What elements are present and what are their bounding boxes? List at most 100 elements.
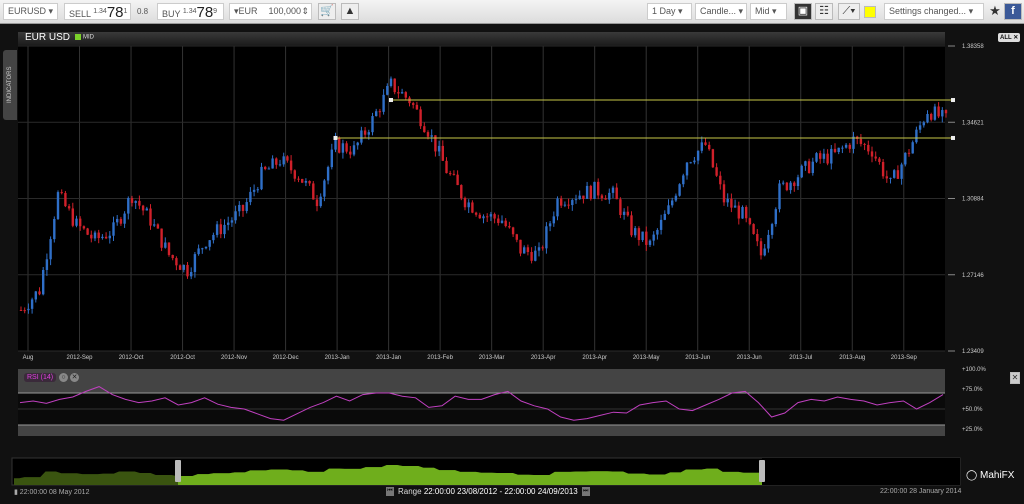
candle xyxy=(722,184,726,203)
candle xyxy=(918,125,922,130)
candle xyxy=(815,153,818,162)
candle xyxy=(678,184,681,196)
candle xyxy=(648,240,652,245)
candle xyxy=(323,180,326,197)
candle xyxy=(275,158,278,165)
candle xyxy=(900,164,903,179)
candle xyxy=(282,156,285,165)
candle xyxy=(123,213,126,224)
candle xyxy=(715,167,718,176)
candle xyxy=(223,224,226,235)
candle xyxy=(45,259,49,270)
range-label: Range xyxy=(398,487,422,496)
x-tick-label: 2013-May xyxy=(633,355,660,361)
candle xyxy=(267,168,271,170)
candle xyxy=(571,200,574,206)
brand-name: MahiFX xyxy=(979,470,1015,481)
candle xyxy=(227,222,230,225)
candle xyxy=(785,182,789,191)
candle xyxy=(752,224,755,234)
candle xyxy=(204,246,208,249)
candle xyxy=(230,220,234,223)
candle xyxy=(452,173,456,175)
candle xyxy=(911,142,914,154)
candle xyxy=(234,211,237,221)
x-tick-label: Aug xyxy=(23,355,34,361)
navigator-handle[interactable] xyxy=(759,460,765,482)
candle xyxy=(352,145,356,155)
candle xyxy=(341,143,345,153)
candle xyxy=(930,113,933,120)
candle xyxy=(652,234,655,241)
candle xyxy=(67,206,71,209)
candle xyxy=(726,198,729,203)
candle xyxy=(767,234,770,249)
x-tick-label: 2012-Sep xyxy=(67,355,94,361)
candle xyxy=(682,175,685,185)
candle xyxy=(75,218,78,226)
candle xyxy=(844,144,848,148)
candle xyxy=(167,242,171,255)
rsi-remove-icon[interactable]: ✕ xyxy=(70,373,79,382)
candle xyxy=(778,183,781,210)
candle xyxy=(397,92,400,94)
candle xyxy=(526,247,530,252)
candle xyxy=(256,189,259,191)
range-end-button[interactable]: ⏭ xyxy=(581,487,590,497)
candle xyxy=(807,161,811,174)
candle xyxy=(685,162,689,176)
candle xyxy=(878,158,881,162)
rsi-label[interactable]: RSI (14) xyxy=(24,373,57,382)
candle xyxy=(86,228,89,235)
candle xyxy=(600,195,604,199)
candle xyxy=(578,195,581,200)
candle xyxy=(630,215,633,236)
candle xyxy=(574,199,578,201)
candle xyxy=(378,111,382,113)
candle xyxy=(870,151,874,157)
candle xyxy=(164,242,167,248)
candle xyxy=(926,113,929,123)
candle xyxy=(896,170,900,179)
candle xyxy=(863,143,866,145)
candle xyxy=(497,218,500,223)
candle xyxy=(286,156,289,161)
x-tick-label: 2013-Jun xyxy=(737,355,762,361)
x-tick-label: 2012-Nov xyxy=(221,355,247,361)
candle xyxy=(515,234,518,240)
candle xyxy=(645,231,648,245)
candle xyxy=(519,239,522,254)
candle xyxy=(241,204,245,211)
rsi-settings-icon[interactable]: ○ xyxy=(59,373,68,382)
candle xyxy=(711,149,715,168)
candle xyxy=(486,216,489,218)
trendline-handle xyxy=(951,135,955,140)
range-value: 22:00:00 23/08/2012 - 22:00:00 24/09/201… xyxy=(423,487,578,496)
candle xyxy=(419,109,422,127)
candle xyxy=(826,153,829,164)
candle xyxy=(315,199,319,207)
candle xyxy=(774,209,777,225)
candle xyxy=(426,132,430,137)
candle xyxy=(160,228,163,248)
candle xyxy=(79,218,82,227)
candle xyxy=(733,205,737,208)
candle xyxy=(215,224,219,235)
candle xyxy=(260,166,263,190)
candle xyxy=(793,182,796,187)
candle xyxy=(511,227,515,235)
navigator-future xyxy=(762,458,960,485)
x-tick-label: 2013-Aug xyxy=(839,355,865,361)
candle xyxy=(745,206,748,219)
price-chart[interactable]: Aug 2012-Sep 2012-Oct 2012-Oct 2012-Nov 2012-… xyxy=(0,0,1024,504)
close-panel-icon[interactable]: ✕ xyxy=(1010,372,1020,384)
x-tick-label: 2012-Oct xyxy=(170,355,195,361)
candle xyxy=(130,198,134,203)
candle xyxy=(837,147,840,153)
candle xyxy=(112,222,115,236)
trendline-handle xyxy=(389,98,393,103)
candle xyxy=(445,160,448,174)
navigator-handle[interactable] xyxy=(175,460,181,482)
candle xyxy=(719,175,722,185)
range-start-button[interactable]: ⏮ xyxy=(386,487,394,497)
